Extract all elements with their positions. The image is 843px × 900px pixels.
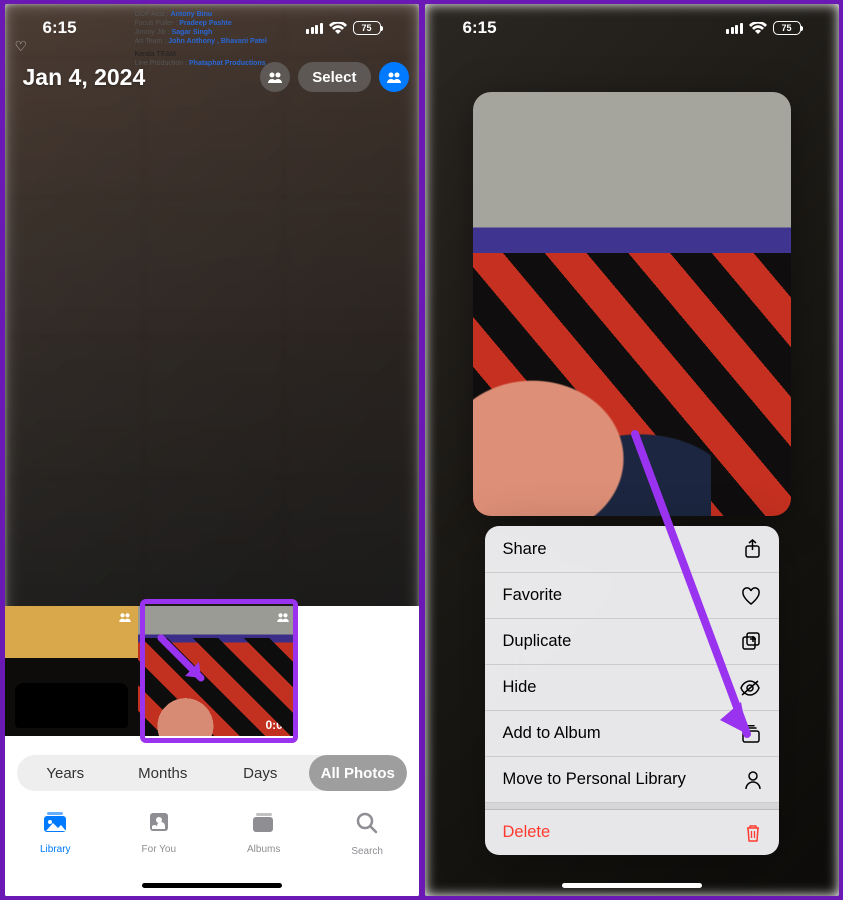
menu-duplicate[interactable]: Duplicate	[485, 619, 779, 665]
home-indicator[interactable]	[562, 883, 702, 888]
wifi-icon	[749, 22, 767, 34]
tab-label: Albums	[247, 844, 280, 855]
eye-slash-icon	[739, 680, 761, 696]
album-icon	[741, 725, 761, 743]
trash-icon	[745, 824, 761, 842]
search-icon	[355, 811, 379, 842]
tab-label: Library	[40, 844, 71, 855]
shared-library-filter-icon[interactable]	[260, 62, 290, 92]
context-menu: Share Favorite Duplicate Hide Add to Alb…	[485, 526, 779, 855]
menu-label: Delete	[503, 823, 551, 842]
heart-icon	[741, 587, 761, 605]
menu-move-personal-library[interactable]: Move to Personal Library	[485, 757, 779, 803]
photo-preview[interactable]	[473, 92, 791, 516]
segment-years[interactable]: Years	[17, 755, 115, 791]
menu-label: Hide	[503, 678, 537, 697]
battery-icon: 75	[773, 21, 801, 35]
status-bar: 6:15 75	[5, 4, 419, 52]
view-segmented-control: Years Months Days All Photos	[17, 755, 407, 791]
thumbnail-carpet-video[interactable]: 0:01	[138, 606, 296, 736]
menu-label: Duplicate	[503, 632, 572, 651]
share-icon	[744, 539, 761, 559]
menu-share[interactable]: Share	[485, 526, 779, 573]
library-header: Jan 4, 2024 Select	[5, 62, 419, 92]
albums-icon	[251, 811, 277, 840]
segment-all-photos[interactable]: All Photos	[309, 755, 407, 791]
library-icon	[42, 811, 68, 840]
menu-label: Add to Album	[503, 724, 601, 743]
segment-days[interactable]: Days	[212, 755, 310, 791]
shared-icon	[276, 610, 290, 625]
cellular-icon	[726, 22, 743, 34]
menu-favorite[interactable]: Favorite	[485, 573, 779, 619]
person-icon	[745, 771, 761, 789]
status-bar: 6:15 75	[425, 4, 839, 52]
clock: 6:15	[463, 18, 497, 38]
photos-library-screen: DOP Asst : Antony Binu Focus Puller : Pr…	[5, 4, 419, 896]
wifi-icon	[329, 22, 347, 34]
tab-label: For You	[142, 844, 176, 855]
shared-library-icon[interactable]	[379, 62, 409, 92]
menu-delete[interactable]: Delete	[485, 810, 779, 855]
clock: 6:15	[43, 18, 77, 38]
cellular-icon	[306, 22, 323, 34]
tab-library[interactable]: Library	[40, 811, 71, 896]
foryou-icon	[147, 811, 171, 840]
photo-grid-blurred	[5, 4, 419, 616]
shared-icon	[118, 610, 132, 625]
battery-icon: 75	[353, 21, 381, 35]
thumbnail-car[interactable]	[5, 606, 138, 736]
date-heading: Jan 4, 2024	[15, 64, 146, 91]
thumbnail-row: 0:01	[5, 606, 296, 736]
menu-label: Favorite	[503, 586, 563, 605]
tab-label: Search	[351, 846, 383, 857]
home-indicator[interactable]	[142, 883, 282, 888]
menu-add-to-album[interactable]: Add to Album	[485, 711, 779, 757]
menu-label: Move to Personal Library	[503, 770, 686, 789]
segment-months[interactable]: Months	[114, 755, 212, 791]
video-duration: 0:01	[265, 718, 289, 732]
menu-separator	[485, 803, 779, 810]
select-button[interactable]: Select	[298, 62, 370, 92]
tab-search[interactable]: Search	[351, 811, 383, 896]
tab-bar: Library For You Albums Search	[5, 801, 419, 896]
duplicate-icon	[742, 632, 761, 651]
menu-label: Share	[503, 540, 547, 559]
context-menu-screen: 6:15 75 Share Favorite Duplicate	[425, 4, 839, 896]
menu-hide[interactable]: Hide	[485, 665, 779, 711]
